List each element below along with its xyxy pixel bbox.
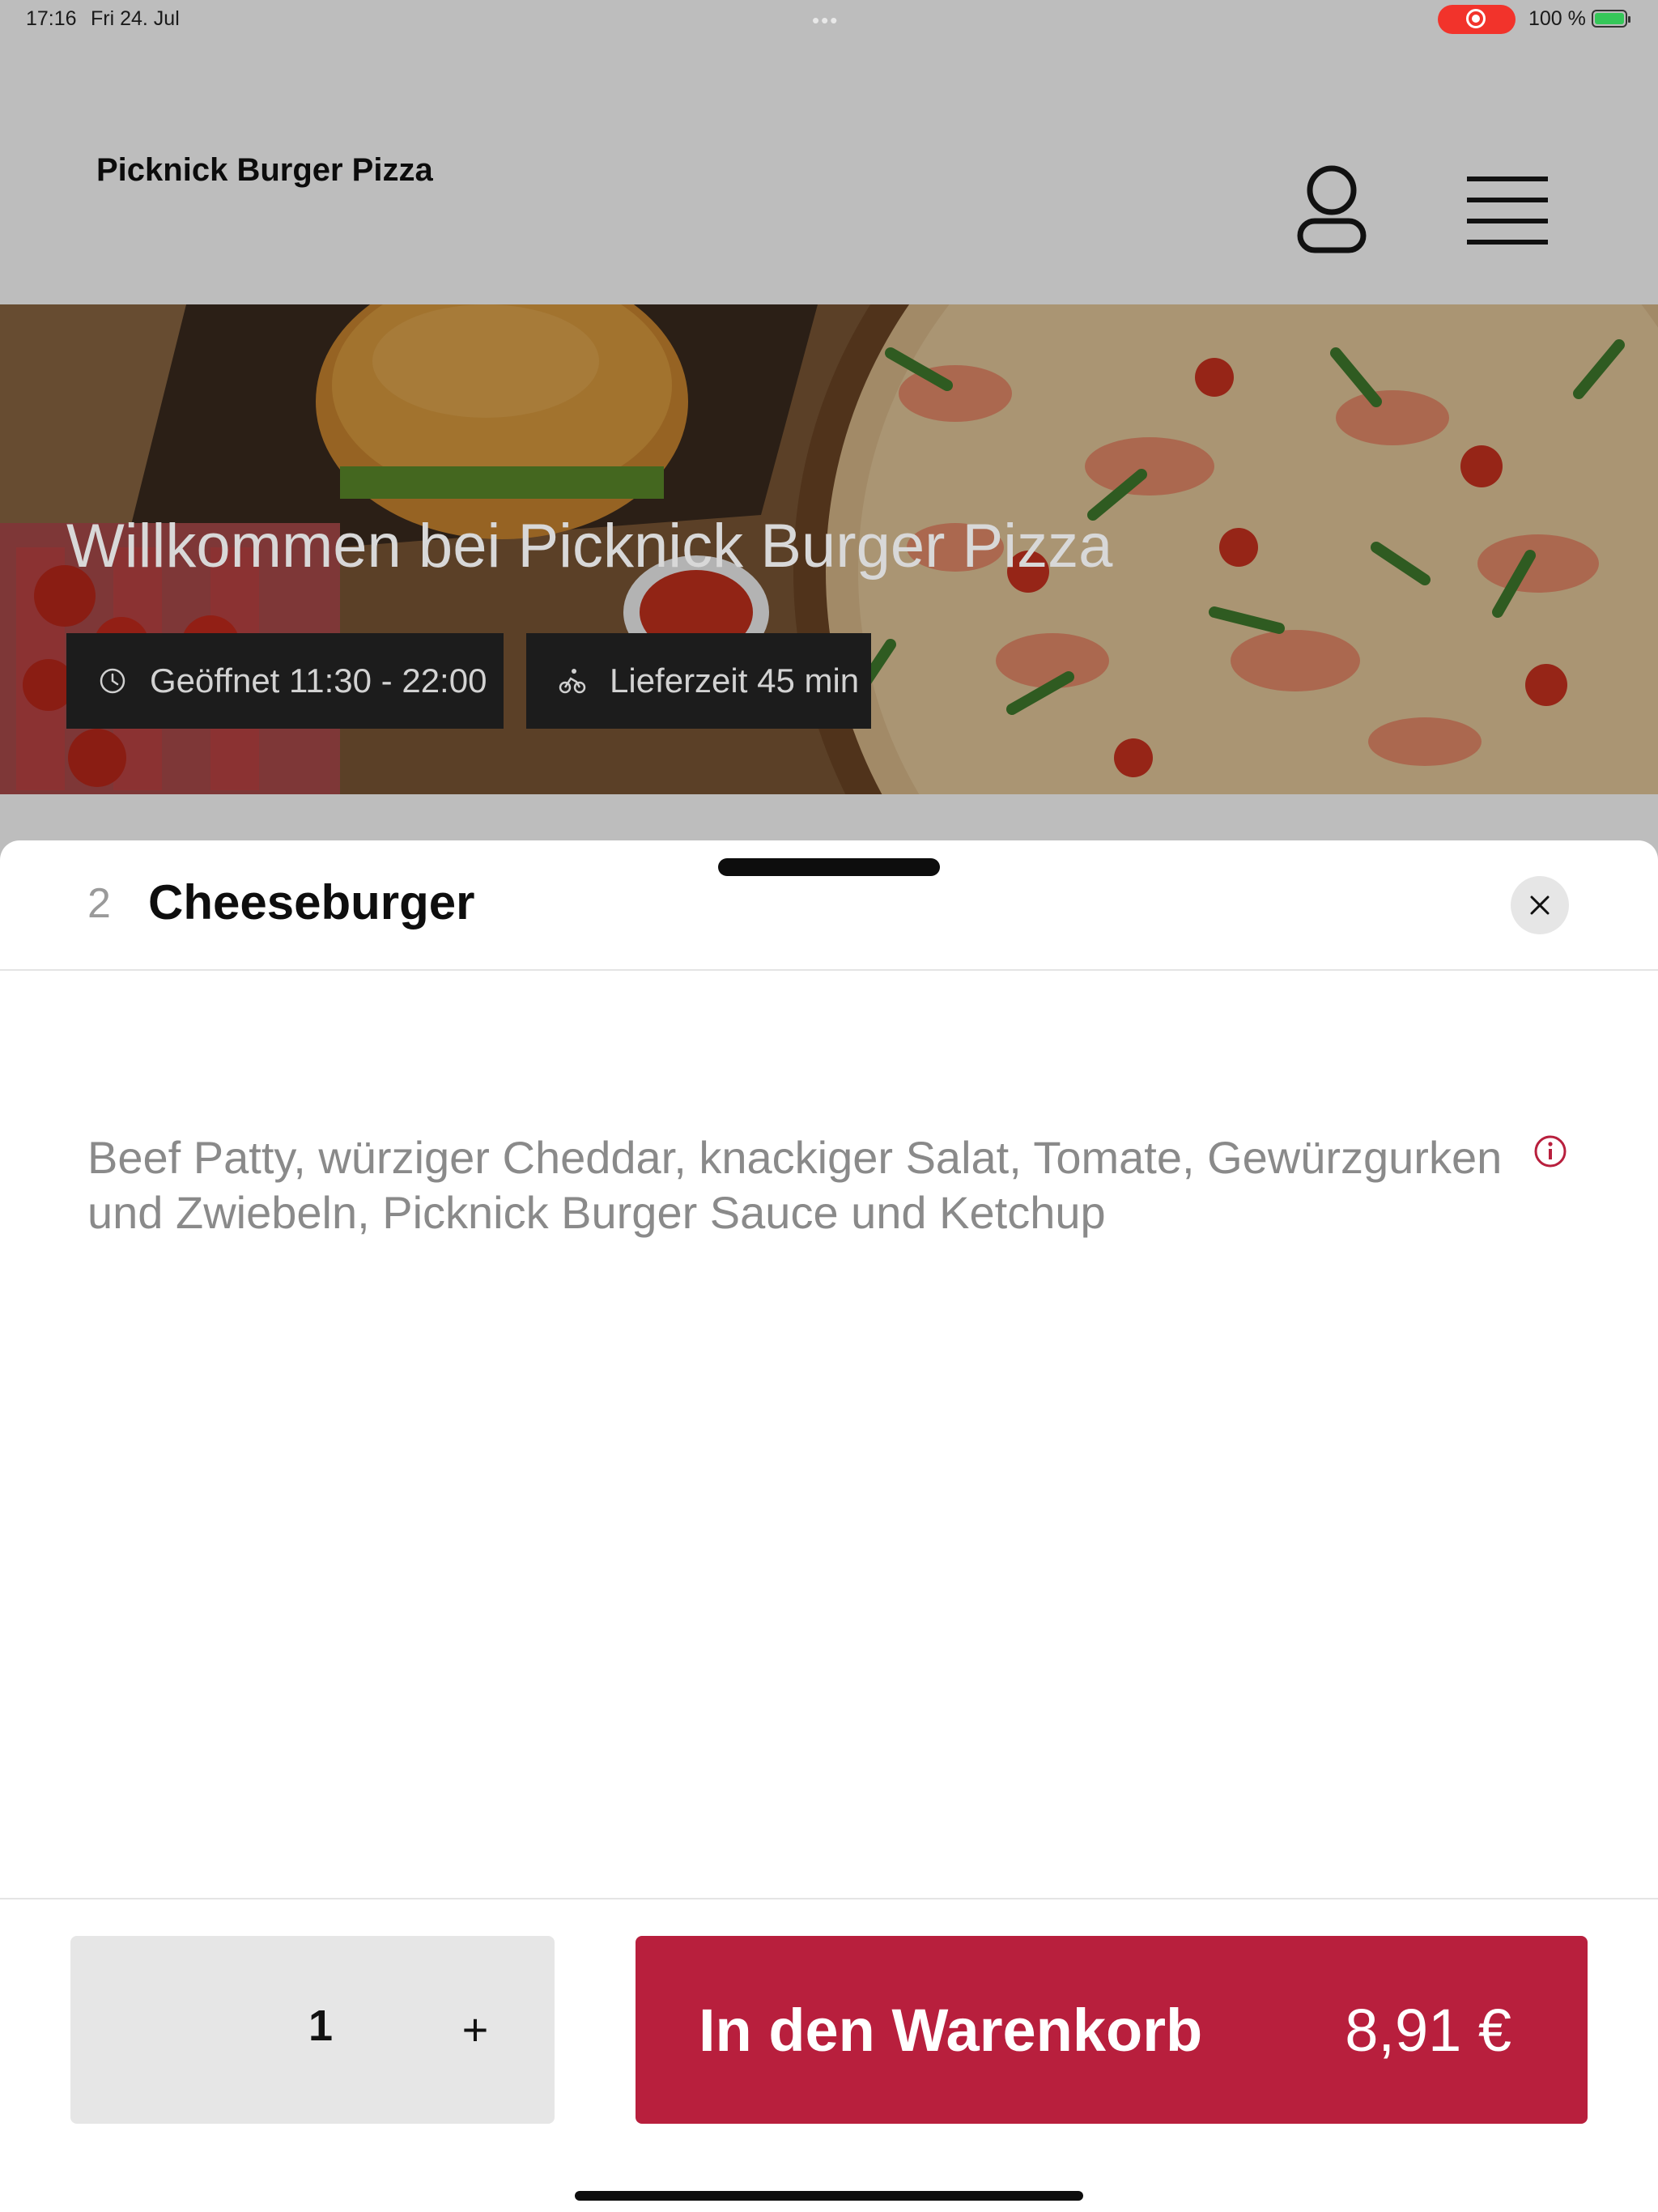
menu-icon[interactable] <box>1467 177 1548 245</box>
quantity-stepper: 1 + <box>70 1936 555 2124</box>
battery-icon <box>1592 10 1630 28</box>
increase-quantity-button[interactable]: + <box>443 1997 508 2062</box>
sheet-grabber[interactable] <box>718 858 940 876</box>
screen-recording-icon[interactable] <box>1438 5 1516 34</box>
opening-hours-text: Geöffnet 11:30 - 22:00 <box>150 661 487 700</box>
add-to-cart-button[interactable]: In den Warenkorb 8,91 € <box>636 1936 1588 2124</box>
close-button[interactable] <box>1511 876 1569 934</box>
item-number: 2 <box>87 880 111 927</box>
status-bar: 17:16 Fri 24. Jul ••• 100 % <box>0 0 1658 39</box>
restaurant-name[interactable]: Picknick Burger Pizza <box>96 152 433 189</box>
status-date: Fri 24. Jul <box>91 7 180 30</box>
item-description: Beef Patty, würziger Cheddar, knackiger … <box>87 1132 1503 1238</box>
opening-hours-chip: Geöffnet 11:30 - 22:00 <box>66 633 504 729</box>
add-to-cart-label: In den Warenkorb <box>699 1997 1203 2064</box>
delivery-time-text: Lieferzeit 45 min <box>610 661 860 700</box>
status-time: 17:16 <box>26 7 77 30</box>
hero-title: Willkommen bei Picknick Burger Pizza <box>66 512 1113 581</box>
item-name: Cheeseburger <box>148 875 475 929</box>
home-indicator[interactable] <box>575 2191 1083 2201</box>
clock-icon <box>100 668 125 694</box>
close-icon <box>1530 895 1550 915</box>
delivery-bike-icon <box>559 669 586 694</box>
battery-percentage: 100 % <box>1528 7 1586 30</box>
product-detail-sheet: 2 Cheeseburger Beef Patty, würziger Ched… <box>0 840 1658 2212</box>
quantity-value: 1 <box>308 2001 334 2050</box>
hero-banner: Willkommen bei Picknick Burger Pizza Geö… <box>0 304 1658 794</box>
item-price: 8,91 € <box>1345 1997 1511 2064</box>
user-icon[interactable] <box>1295 164 1368 255</box>
info-icon[interactable] <box>1533 1134 1567 1168</box>
multitasking-dots-icon[interactable]: ••• <box>812 8 839 33</box>
app-header: Picknick Burger Pizza <box>0 39 1658 304</box>
delivery-time-chip: Lieferzeit 45 min <box>526 633 871 729</box>
